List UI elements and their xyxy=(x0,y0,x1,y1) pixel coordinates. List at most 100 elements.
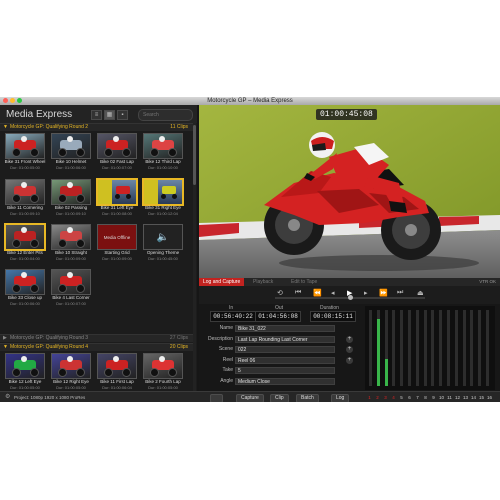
channel-number[interactable]: 9 xyxy=(430,392,437,402)
channel-number[interactable]: 15 xyxy=(478,392,485,402)
clip-thumbnail[interactable]: Bike 31 Left Eye Dur: 01:00:08:00 xyxy=(96,178,138,224)
channel-number[interactable]: 16 xyxy=(486,392,493,402)
step-back-icon[interactable]: ◂ xyxy=(331,289,335,297)
log-button[interactable]: Log xyxy=(331,394,350,402)
window-title: Motorcycle GP – Media Express xyxy=(207,98,293,104)
scrollbar-thumb[interactable] xyxy=(193,125,196,185)
add-icon[interactable]: + xyxy=(346,335,353,343)
media-list-scrollbar[interactable] xyxy=(193,123,196,392)
gear-icon[interactable]: ⚙ xyxy=(5,392,10,402)
clip-thumbnail[interactable]: Bike 02 Passing Dur: 01:00:09:10 xyxy=(50,178,92,224)
channel-number[interactable]: 7 xyxy=(414,392,421,402)
channel-number[interactable]: 6 xyxy=(406,392,413,402)
channel-number[interactable]: 11 xyxy=(446,392,453,402)
search-input[interactable] xyxy=(139,110,192,120)
clip-button[interactable]: Clip xyxy=(270,394,289,402)
rewind-icon[interactable]: ⏪ xyxy=(313,289,322,297)
field-label: Angle xyxy=(220,377,233,384)
log-field-row: Name Bike 31_022 xyxy=(199,324,359,333)
jog-knob[interactable] xyxy=(348,295,353,300)
clip-thumbnail[interactable]: Bike 10 Helmet Dur: 01:00:06:00 xyxy=(50,132,92,178)
title-bar: Motorcycle GP – Media Express xyxy=(0,97,500,105)
tab-edit-to-tape[interactable]: Edit to Tape xyxy=(287,278,321,286)
field-value[interactable]: 022 xyxy=(235,346,335,353)
clip-image xyxy=(97,179,137,205)
field-value[interactable]: Medium Close xyxy=(235,377,335,385)
transport-controls: ⟲ ⏮ ⏪ ◂ ▶ ▸ ⏩ ⏭ ⏏ xyxy=(199,286,500,304)
bin-header[interactable]: ▼ Motorcycle GP: Qualifying Round 2 11 Cli… xyxy=(0,123,193,131)
bin-header[interactable]: ▶ Motorcycle GP: Qualifying Round 3 27 Cli… xyxy=(0,334,193,342)
tab-playback[interactable]: Playback xyxy=(249,278,277,286)
channel-number[interactable]: 14 xyxy=(470,392,477,402)
camera-icon[interactable] xyxy=(210,394,223,402)
field-value[interactable]: Reel 06 xyxy=(235,356,335,364)
clip-name: Bike 12 Right Eye xyxy=(53,379,89,384)
field-value[interactable]: Last Lap Rounding Last Corner xyxy=(235,335,335,343)
batch-button[interactable]: Batch xyxy=(296,394,319,402)
channel-number[interactable]: 10 xyxy=(438,392,445,402)
clip-thumbnail[interactable]: Bike 12 Enter Pits Dur: 01:00:04:00 xyxy=(4,223,46,269)
jump-end-icon[interactable]: ⏭ xyxy=(397,289,403,297)
disclosure-triangle-icon[interactable]: ▶ xyxy=(3,335,7,342)
clip-thumbnail[interactable]: Bike 31 Right Eye Dur: 01:00:12:04 xyxy=(142,178,184,224)
viewer-timecode: 01:00:45:08 xyxy=(316,109,377,120)
clip-image xyxy=(97,353,137,379)
log-field-row: Scene 022 + xyxy=(199,345,359,354)
channel-number[interactable]: 1 xyxy=(366,392,373,402)
video-viewer[interactable]: 01:00:45:08 xyxy=(199,105,500,278)
clip-duration: Dur: 01:00:09:10 xyxy=(10,211,40,216)
channel-number[interactable]: 8 xyxy=(422,392,429,402)
clip-thumbnail[interactable]: Bike 33 Close up Dur: 01:00:06:00 xyxy=(4,268,46,314)
bin-clip-count: 27 Clips xyxy=(169,335,188,341)
clip-thumbnail[interactable]: 🔈 Opening Theme Dur: 01:00:45:00 xyxy=(142,223,184,269)
clip-image xyxy=(5,224,45,250)
scene-view-icon[interactable]: ▪ xyxy=(117,110,128,120)
bin-header[interactable]: ▼ Motorcycle GP: Qualifying Round 4 20 Cli… xyxy=(0,343,193,351)
audio-meter-bar xyxy=(384,310,388,386)
channel-number[interactable]: 3 xyxy=(382,392,389,402)
clip-name: Opening Theme xyxy=(146,250,180,255)
disclosure-triangle-icon[interactable]: ▼ xyxy=(3,344,8,351)
channel-number[interactable]: 5 xyxy=(398,392,405,402)
motorcycle-video-frame xyxy=(199,105,500,278)
clip-thumbnail[interactable]: Bike 11 Cornering Dur: 01:00:09:10 xyxy=(4,178,46,224)
audio-meter-fill xyxy=(384,359,388,386)
loop-icon[interactable]: ⟲ xyxy=(277,289,283,297)
in-timecode[interactable]: 00:56:40:22 xyxy=(210,311,256,322)
bin-clip-count: 11 Clips xyxy=(170,124,188,130)
field-label: Name xyxy=(219,325,233,331)
add-icon[interactable]: + xyxy=(346,346,353,353)
audio-meter-bar xyxy=(415,310,419,386)
capture-button[interactable]: Capture xyxy=(236,394,264,402)
step-forward-icon[interactable]: ▸ xyxy=(364,289,368,297)
media-list-panel: Media Express ≡ ▦ ▪ ▼Motorcycle GP: Qual… xyxy=(0,105,197,392)
clip-thumbnail[interactable]: Bike 02 Fast Lap Dur: 01:00:07:00 xyxy=(96,132,138,178)
clip-thumbnail[interactable]: Bike 31 Front Wheel Dur: 01:00:05:00 xyxy=(4,132,46,178)
list-view-icon[interactable]: ≡ xyxy=(91,110,102,120)
clip-image xyxy=(51,269,91,295)
clip-image xyxy=(5,269,45,295)
fast-forward-icon[interactable]: ⏩ xyxy=(379,289,388,297)
channel-number[interactable]: 13 xyxy=(462,392,469,402)
clip-thumbnail[interactable]: Bike 10 Straight Dur: 01:00:09:00 xyxy=(50,223,92,269)
channel-number[interactable]: 4 xyxy=(390,392,397,402)
clip-thumbnail[interactable]: Media Offline Starting Grid Dur: 01:00:09:… xyxy=(96,223,138,269)
channel-number[interactable]: 2 xyxy=(374,392,381,402)
add-icon[interactable]: + xyxy=(346,356,353,364)
jog-shuttle-slider[interactable] xyxy=(275,295,425,300)
clip-thumbnail[interactable]: Bike 12 Third Lap Dur: 01:00:10:00 xyxy=(142,132,184,178)
disclosure-triangle-icon[interactable]: ▼ xyxy=(3,124,8,131)
eject-icon[interactable]: ⏏ xyxy=(417,289,424,297)
field-value[interactable]: Bike 31_022 xyxy=(235,325,335,332)
clip-thumbnail[interactable]: Bike 4 Last Corner Dur: 01:00:07:00 xyxy=(50,268,92,314)
clip-image xyxy=(51,133,91,159)
jump-start-icon[interactable]: ⏮ xyxy=(295,289,301,297)
channel-number[interactable]: 12 xyxy=(454,392,461,402)
out-timecode[interactable]: 01:04:56:08 xyxy=(255,311,301,322)
grid-view-icon[interactable]: ▦ xyxy=(104,110,115,120)
clip-image xyxy=(97,133,137,159)
audio-meter-bar xyxy=(462,310,466,386)
clip-name: Bike 33 Close up xyxy=(7,295,43,300)
field-value[interactable]: 5 xyxy=(235,367,335,374)
tab-log-and-capture[interactable]: Log and Capture xyxy=(199,278,245,286)
